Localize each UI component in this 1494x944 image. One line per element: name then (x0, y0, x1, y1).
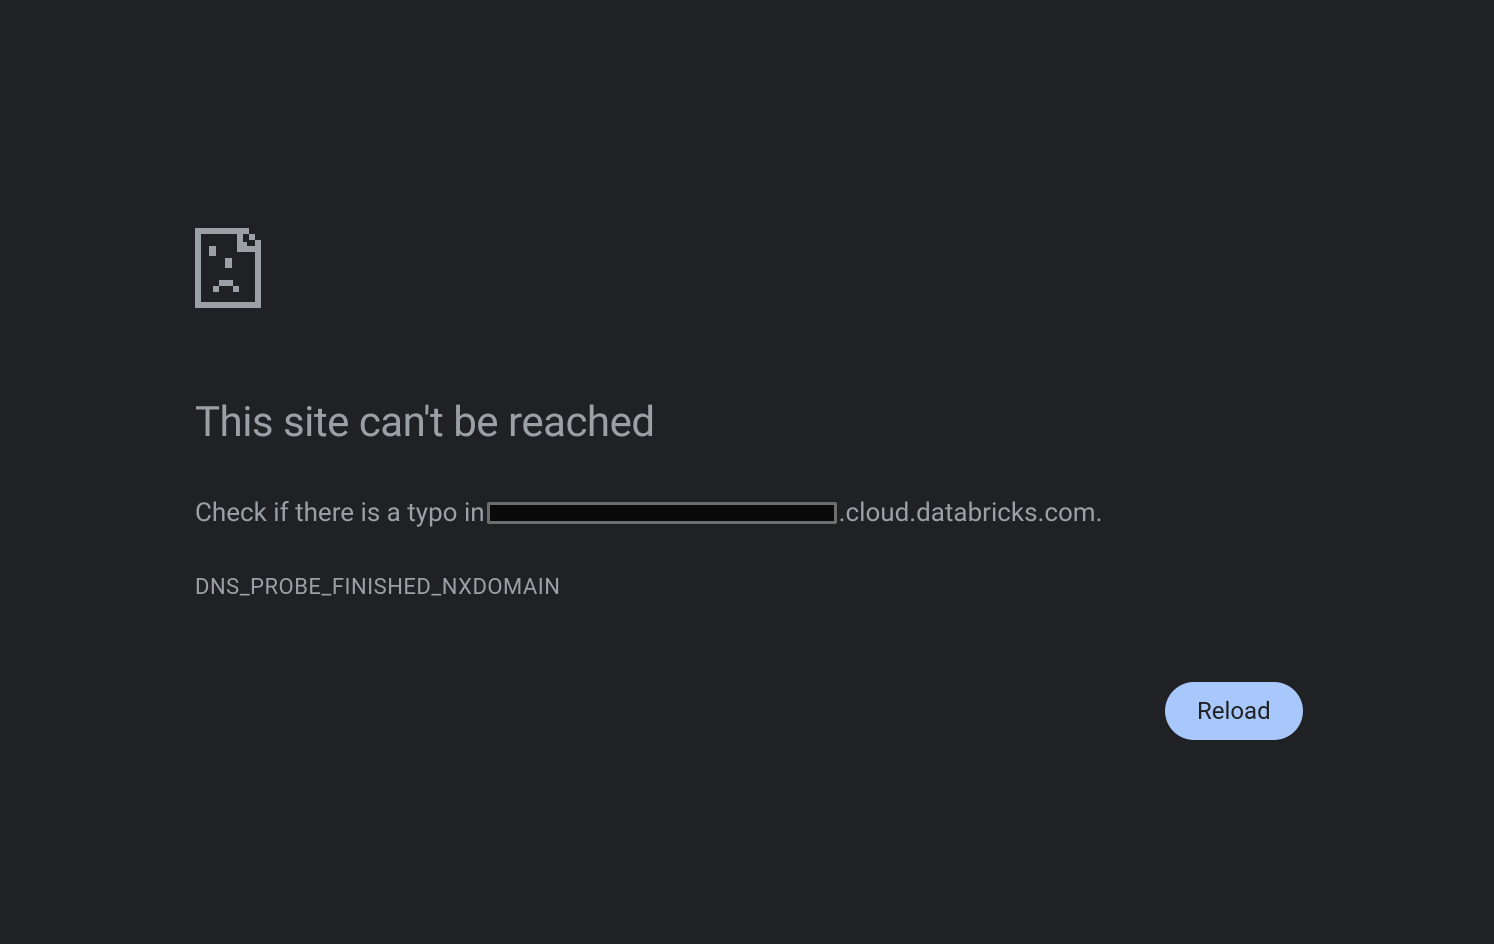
reload-button[interactable]: Reload (1165, 682, 1303, 740)
error-message-suffix: .cloud.databricks.com. (839, 495, 1103, 531)
error-page-container: This site can't be reached Check if ther… (195, 228, 1295, 600)
error-icon-wrap (195, 228, 1295, 308)
error-message: Check if there is a typo in .cloud.datab… (195, 495, 1295, 531)
error-title: This site can't be reached (195, 398, 1295, 447)
sad-file-icon (195, 228, 261, 308)
redacted-hostname (487, 502, 837, 524)
error-code: DNS_PROBE_FINISHED_NXDOMAIN (195, 575, 1295, 600)
error-message-prefix: Check if there is a typo in (195, 495, 485, 531)
